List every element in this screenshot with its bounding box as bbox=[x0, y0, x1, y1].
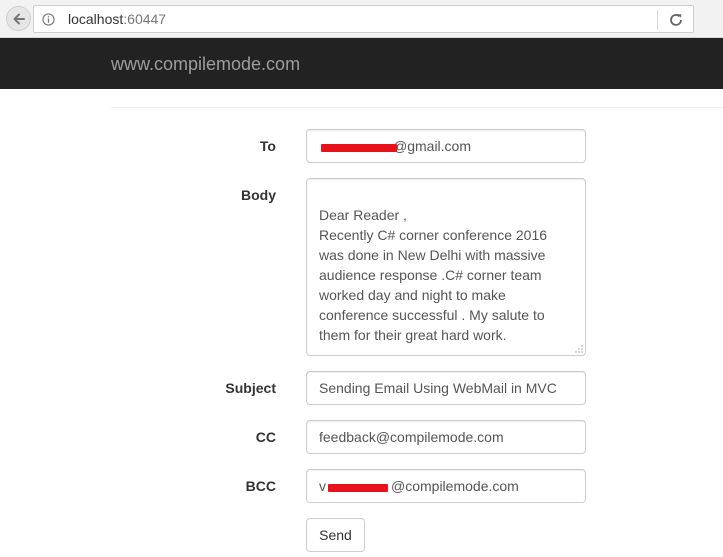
resize-grip-icon[interactable] bbox=[575, 345, 583, 353]
browser-toolbar: localhost:60447 bbox=[0, 0, 723, 38]
body-label: Body bbox=[241, 187, 276, 203]
subject-field[interactable]: Sending Email Using WebMail in MVC bbox=[306, 371, 586, 405]
subject-value: Sending Email Using WebMail in MVC bbox=[319, 380, 557, 396]
subject-label: Subject bbox=[225, 380, 276, 396]
to-value: @gmail.com bbox=[393, 138, 472, 154]
cc-field[interactable]: feedback@compilemode.com bbox=[306, 420, 586, 454]
address-separator bbox=[657, 10, 658, 30]
url-text: localhost:60447 bbox=[68, 11, 166, 28]
cc-value: feedback@compilemode.com bbox=[319, 429, 504, 445]
address-bar[interactable]: localhost:60447 bbox=[33, 5, 694, 33]
redaction-mark bbox=[328, 484, 388, 492]
send-button[interactable]: Send bbox=[306, 518, 365, 552]
info-icon[interactable] bbox=[42, 13, 55, 26]
bcc-value-prefix: v bbox=[319, 478, 326, 494]
back-arrow-icon bbox=[13, 13, 25, 24]
reload-icon[interactable] bbox=[667, 11, 685, 29]
site-navbar: www.compilemode.com bbox=[0, 38, 723, 89]
bcc-field[interactable]: v @compilemode.com bbox=[306, 469, 586, 503]
body-value: Dear Reader , Recently C# corner confere… bbox=[319, 207, 548, 343]
cc-label: CC bbox=[255, 429, 276, 445]
redaction-mark bbox=[321, 144, 397, 152]
url-port: :60447 bbox=[123, 11, 167, 27]
divider bbox=[111, 107, 723, 108]
bcc-value: @compilemode.com bbox=[391, 478, 519, 494]
back-button[interactable] bbox=[6, 6, 31, 31]
to-field[interactable]: @gmail.com bbox=[306, 129, 586, 163]
to-label: To bbox=[259, 138, 276, 154]
url-host: localhost bbox=[68, 11, 124, 27]
brand-link[interactable]: www.compilemode.com bbox=[111, 54, 300, 74]
bcc-label: BCC bbox=[245, 478, 276, 494]
body-textarea[interactable]: Dear Reader , Recently C# corner confere… bbox=[306, 178, 586, 356]
